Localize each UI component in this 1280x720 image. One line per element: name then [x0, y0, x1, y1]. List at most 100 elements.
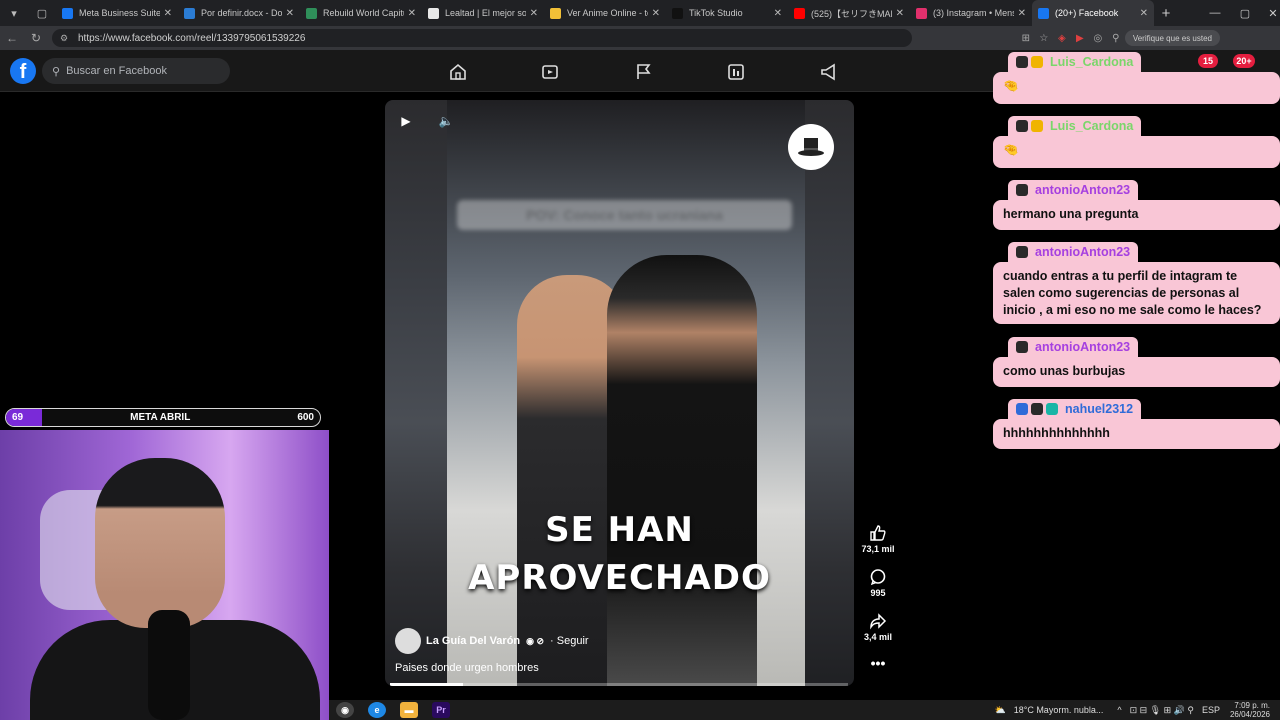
- facebook-logo[interactable]: f: [10, 58, 36, 84]
- tab-label: TikTok Studio: [689, 8, 743, 18]
- extension-icon[interactable]: ◈: [1053, 29, 1071, 47]
- tray-icons[interactable]: ⊡ ⊟ 🎙 ⊞ 🔊 ⚲: [1130, 705, 1194, 716]
- chat-username-tag[interactable]: Luis_Cardona: [1008, 52, 1142, 72]
- marketplace-icon[interactable]: [726, 62, 746, 82]
- language-indicator[interactable]: ESP: [1202, 705, 1220, 715]
- facebook-search[interactable]: ⚲ Buscar en Facebook: [42, 58, 230, 84]
- tab-close-icon[interactable]: ✕: [774, 8, 782, 19]
- browser-tab[interactable]: Rebuild World Capitulo ✕: [300, 0, 422, 26]
- address-bar[interactable]: ⚙ https://www.facebook.com/reel/13397950…: [52, 29, 912, 47]
- follow-link[interactable]: · Seguir: [550, 635, 589, 647]
- tab-favicon-icon: [306, 7, 317, 19]
- weather-text[interactable]: 18°C Mayorm. nubla...: [1014, 705, 1104, 715]
- tab-group-icon[interactable]: ▢: [28, 0, 56, 26]
- tab-label: (20+) Facebook: [1055, 8, 1119, 18]
- browser-tab[interactable]: Meta Business Suite ✕: [56, 0, 178, 26]
- folder-icon[interactable]: ▬: [400, 702, 418, 718]
- tab-close-icon[interactable]: ✕: [1018, 8, 1026, 19]
- tab-label: Ver Anime Online - tod: [567, 8, 648, 18]
- verify-extension[interactable]: Verifique que es usted: [1124, 30, 1220, 46]
- home-icon[interactable]: [448, 62, 468, 82]
- video-progress-bar[interactable]: [390, 683, 848, 686]
- megaphone-icon[interactable]: [819, 62, 839, 82]
- tray-chevron-icon[interactable]: ^: [1117, 705, 1121, 715]
- maximize-button[interactable]: ▢: [1230, 0, 1260, 26]
- chat-username-tag[interactable]: Luis_Cardona: [1008, 116, 1142, 136]
- edge-icon[interactable]: e: [368, 702, 386, 718]
- new-tab-button[interactable]: +: [1154, 0, 1178, 26]
- tab-close-icon[interactable]: ✕: [1140, 8, 1148, 19]
- chat-username: Luis_Cardona: [1050, 55, 1134, 69]
- tab-close-icon[interactable]: ✕: [652, 8, 660, 19]
- bookmark-star-icon[interactable]: ☆: [1035, 29, 1053, 47]
- flag-icon[interactable]: [633, 62, 653, 82]
- clock[interactable]: 7:09 p. m. 26/04/2026: [1230, 701, 1270, 719]
- chat-badge-icon: [1031, 120, 1043, 132]
- chat-username: antonioAnton23: [1035, 340, 1131, 354]
- tab-label: Meta Business Suite: [79, 8, 160, 18]
- stream-goal-bar: 69 META ABRIL 600: [5, 408, 321, 427]
- tab-favicon-icon: [672, 7, 683, 19]
- chat-badge-icon: [1016, 341, 1028, 353]
- tab-label: Lealtad | El mejor softw: [445, 8, 526, 18]
- volume-icon[interactable]: 🔈: [435, 110, 457, 132]
- chat-badge-icon: [1046, 403, 1058, 415]
- share-button[interactable]: 3,4 mil: [858, 612, 898, 642]
- extension-icon[interactable]: ▶: [1071, 29, 1089, 47]
- chat-username-tag[interactable]: antonioAnton23: [1008, 242, 1139, 262]
- browser-tab[interactable]: Ver Anime Online - tod ✕: [544, 0, 666, 26]
- browser-tab[interactable]: Por definir.docx - Docu ✕: [178, 0, 300, 26]
- tab-close-icon[interactable]: ✕: [164, 8, 172, 19]
- video-icon[interactable]: [540, 62, 560, 82]
- tab-close-icon[interactable]: ✕: [896, 8, 904, 19]
- chat-username: Luis_Cardona: [1050, 119, 1134, 133]
- likes-count: 73,1 mil: [861, 544, 895, 554]
- chat-username-tag[interactable]: antonioAnton23: [1008, 180, 1139, 200]
- extension-icon[interactable]: ⚲: [1107, 29, 1125, 47]
- extension-icon[interactable]: ◎: [1089, 29, 1107, 47]
- author-name[interactable]: La Guía Del Varón: [426, 635, 520, 647]
- notification-badge[interactable]: 15: [1198, 54, 1218, 68]
- tab-close-icon[interactable]: ✕: [286, 8, 294, 19]
- tab-close-icon[interactable]: ✕: [408, 8, 416, 19]
- chat-badge-icon: [1016, 403, 1028, 415]
- author-avatar[interactable]: [395, 628, 421, 654]
- chat-message: hhhhhhhhhhhhhh: [993, 419, 1280, 449]
- reload-icon[interactable]: ↻: [24, 26, 48, 50]
- chat-badge-icon: [1031, 56, 1043, 68]
- hat-avatar-icon[interactable]: [788, 124, 834, 170]
- chat-badge-icon: [1016, 120, 1028, 132]
- shares-count: 3,4 mil: [863, 632, 892, 642]
- tab-close-icon[interactable]: ✕: [530, 8, 538, 19]
- premiere-icon[interactable]: Pr: [432, 702, 450, 718]
- notification-badge[interactable]: 20+: [1233, 54, 1255, 68]
- browser-tab[interactable]: Lealtad | El mejor softw ✕: [422, 0, 544, 26]
- browser-tab[interactable]: TikTok Studio ✕: [666, 0, 788, 26]
- browser-tab[interactable]: (3) Instagram • Mensaj ✕: [910, 0, 1032, 26]
- close-window-button[interactable]: ✕: [1258, 0, 1280, 26]
- install-icon[interactable]: ⊞: [1017, 29, 1035, 47]
- browser-tab[interactable]: (525)【セリフきMAD】 ✕: [788, 0, 910, 26]
- tab-search-icon[interactable]: ▾: [0, 0, 28, 26]
- browser-tab[interactable]: (20+) Facebook ✕: [1032, 0, 1154, 26]
- like-button[interactable]: 73,1 mil: [858, 524, 898, 554]
- obs-icon[interactable]: ◉: [336, 702, 354, 718]
- chat-username-tag[interactable]: antonioAnton23: [1008, 337, 1139, 357]
- tab-favicon-icon: [794, 7, 805, 19]
- comments-count: 995: [870, 588, 886, 598]
- back-icon[interactable]: ←: [0, 26, 24, 50]
- chat-badge-icon: [1031, 403, 1043, 415]
- video-person: [607, 255, 757, 686]
- site-info-icon[interactable]: ⚙: [60, 33, 72, 44]
- tab-label: Por definir.docx - Docu: [201, 8, 282, 18]
- reel-video[interactable]: POV: Conoce tanto ucraniana ▶ 🔈 SE HAN A…: [385, 100, 854, 686]
- minimize-button[interactable]: —: [1200, 0, 1230, 26]
- chat-username-tag[interactable]: nahuel2312: [1008, 399, 1142, 419]
- search-placeholder: Buscar en Facebook: [66, 65, 167, 77]
- comment-button[interactable]: 995: [858, 568, 898, 598]
- more-options-icon[interactable]: •••: [858, 655, 898, 671]
- clock-date: 26/04/2026: [1229, 710, 1270, 719]
- verified-icon: ◉ ⊘: [526, 635, 545, 646]
- chat-message: 🤏: [993, 136, 1280, 168]
- play-icon[interactable]: ▶: [395, 110, 417, 132]
